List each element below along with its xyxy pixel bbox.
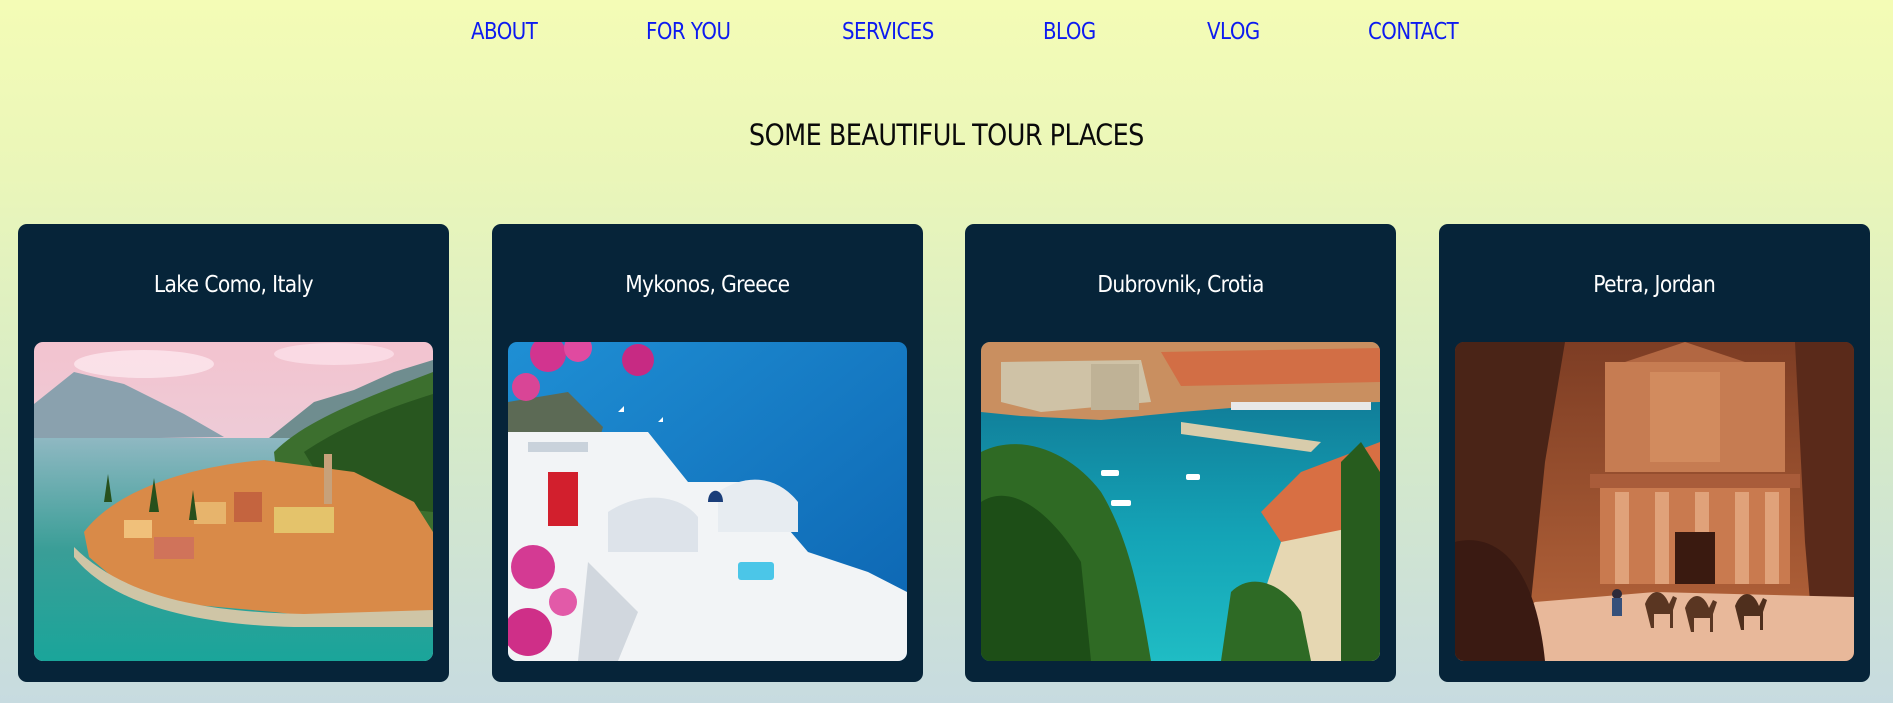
petra-photo <box>1455 342 1854 661</box>
nav-link-vlog[interactable]: VLOG <box>1207 14 1260 50</box>
place-image-dubrovnik[interactable] <box>981 342 1380 661</box>
place-card-title: Dubrovnik, Crotia <box>965 272 1396 298</box>
place-card-title-text: Petra, Jordan <box>1593 272 1716 298</box>
page-title: SOME BEAUTIFUL TOUR PLACES <box>0 118 1893 152</box>
top-navigation: ABOUT FOR YOU SERVICES BLOG VLOG CONTACT <box>0 14 1893 50</box>
place-image-petra[interactable] <box>1455 342 1854 661</box>
mykonos-photo <box>508 342 907 661</box>
nav-link-services[interactable]: SERVICES <box>842 14 934 50</box>
nav-link-about[interactable]: ABOUT <box>471 14 538 50</box>
place-card-title: Petra, Jordan <box>1439 272 1870 298</box>
place-card-title-text: Mykonos, Greece <box>625 272 790 298</box>
place-card-title: Mykonos, Greece <box>492 272 923 298</box>
page-title-text: SOME BEAUTIFUL TOUR PLACES <box>749 118 1144 152</box>
place-image-lake-como[interactable] <box>34 342 433 661</box>
place-card-title: Lake Como, Italy <box>18 272 449 298</box>
place-card-title-text: Lake Como, Italy <box>153 272 314 298</box>
place-card-title-text: Dubrovnik, Crotia <box>1097 272 1264 298</box>
place-image-mykonos[interactable] <box>508 342 907 661</box>
nav-link-contact[interactable]: CONTACT <box>1368 14 1459 50</box>
dubrovnik-photo <box>981 342 1380 661</box>
lake-como-photo <box>34 342 433 661</box>
nav-link-for-you[interactable]: FOR YOU <box>646 14 731 50</box>
nav-link-blog[interactable]: BLOG <box>1043 14 1096 50</box>
